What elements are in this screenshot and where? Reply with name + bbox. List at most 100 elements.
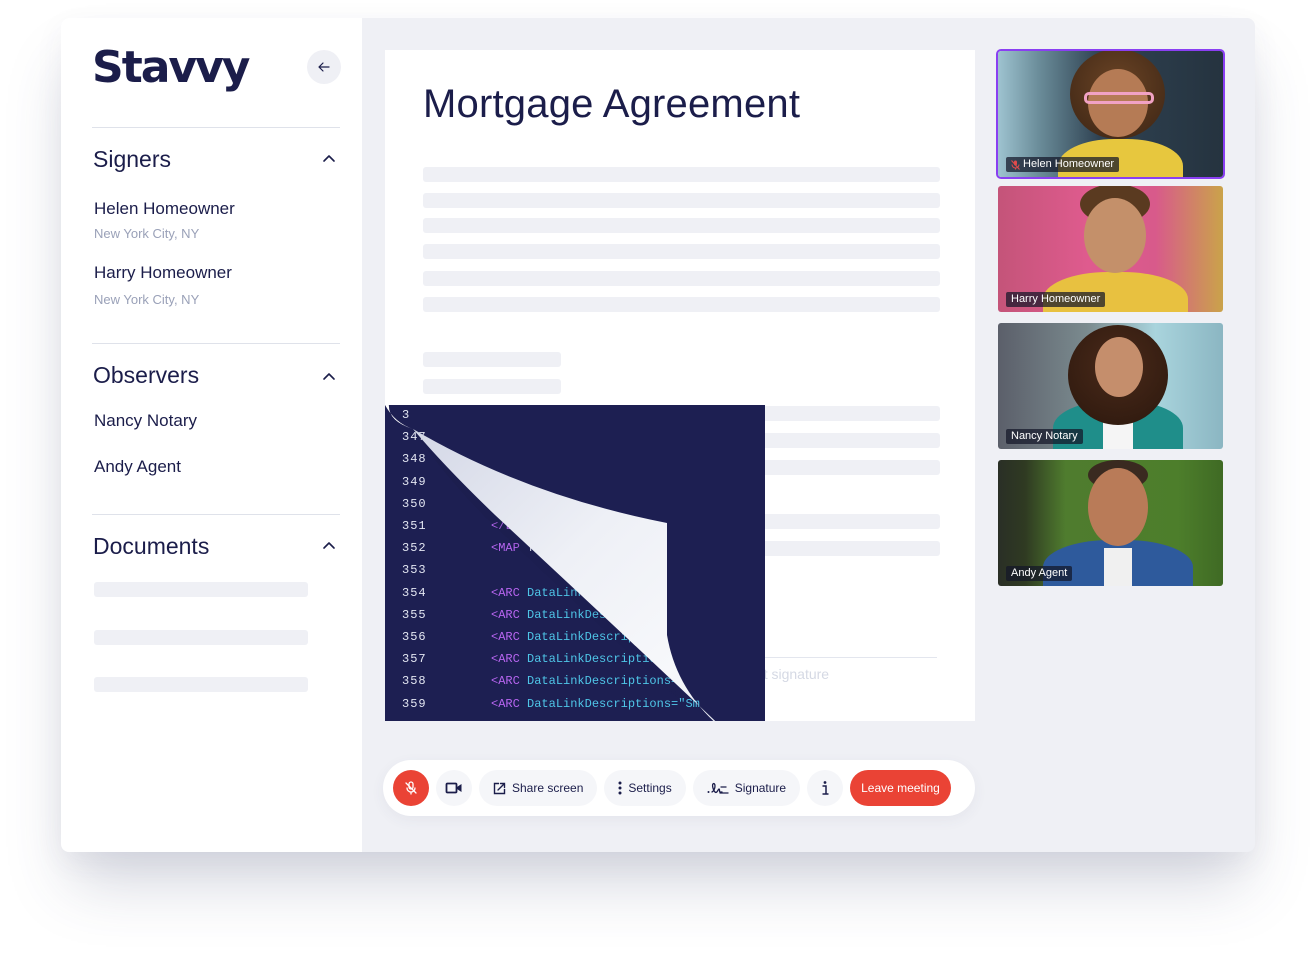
camera-toggle-button[interactable] [436,770,472,806]
document-placeholder[interactable] [94,677,308,692]
code-content: <ARC DataLinkDescriptions= [491,670,678,692]
code-line: 3 [385,404,765,426]
signer-name[interactable]: Helen Homeowner [94,200,235,217]
code-line: 357 <ARC DataLinkDescriptio [385,648,765,670]
code-content: </LOA [491,515,527,537]
code-attribute: DataLinkDescriptions="Sm [519,696,700,711]
line-number: 349 [402,474,427,489]
code-line: 347 [385,426,765,448]
text-line-placeholder [423,352,561,367]
code-tag: <ARC [491,696,520,711]
code-line: 358 <ARC DataLinkDescriptions= [385,670,765,692]
participant-video-tile[interactable]: Nancy Notary [998,323,1223,449]
line-number: 355 [402,607,427,622]
app-window: Stavvy Signers Helen Homeowner New York … [61,18,1255,852]
info-icon [822,781,829,795]
signature-icon [707,782,729,794]
line-number: 348 [402,452,427,467]
collapse-sidebar-button[interactable] [307,50,341,84]
code-attribute: DataLinkD [519,585,592,600]
code-tag: <ARC [491,652,520,667]
chevron-up-icon[interactable] [322,153,336,163]
code-content: <ARC DataLinkDesc [491,604,613,626]
signature-button[interactable]: Signature [692,770,801,806]
line-number: 359 [402,696,427,711]
code-attribute: DataLinkDescriptio [519,652,657,667]
signers-heading: Signers [93,146,171,172]
line-number: 350 [402,496,427,511]
text-line-placeholder [423,193,940,208]
code-line: 349 [385,471,765,493]
code-tag: </LOA [491,519,528,533]
code-line: 359 <ARC DataLinkDescriptions="Sm [385,693,765,715]
text-line-placeholder [423,244,940,259]
participant-video-tile[interactable]: Helen Homeowner [996,49,1225,179]
code-line: 354 <ARC DataLinkD [385,582,765,604]
code-content: <ARC DataLinkDescriptio [491,648,657,670]
participant-name-tag: Nancy Notary [1006,429,1083,444]
code-line: 356 <ARC DataLinkDescrip [385,626,765,648]
code-attribute: DataLinkDescriptions= [519,674,679,689]
code-tag: <ARC [491,674,520,689]
document-page: Mortgage Agreement Co-applicant signatur… [385,50,975,721]
settings-button[interactable]: Settings [604,770,686,806]
line-number: 356 [402,630,427,644]
code-line: 355 <ARC DataLinkDesc [385,604,765,626]
text-line-placeholder [423,297,940,312]
line-number: 347 [402,430,427,445]
video-feed-face [1084,198,1146,273]
observer-name[interactable]: Andy Agent [94,458,181,475]
share-screen-label: Share screen [512,781,584,795]
text-line-placeholder [423,379,561,394]
participant-video-tile[interactable]: Andy Agent [998,460,1223,586]
code-line: 353 [385,559,765,581]
text-line-placeholder [423,271,940,286]
code-content: <ARC DataLinkDescrip [491,626,635,648]
line-number: 354 [402,585,427,600]
signature-label: Signature [734,781,787,795]
mic-off-icon [405,781,417,795]
code-content: <ARC DataLinkD [491,582,592,604]
sidebar: Stavvy Signers Helen Homeowner New York … [61,18,362,852]
text-line-placeholder [423,218,940,233]
chevron-up-icon[interactable] [322,540,336,550]
info-button[interactable] [807,770,844,806]
meeting-toolbar: Share screen Settings Signature Leave me… [383,760,975,816]
line-number: 357 [402,652,427,667]
mute-toggle-button[interactable] [393,770,429,806]
code-line: 352 <MAP Tar [385,537,765,559]
line-number: 351 [402,519,427,533]
code-attribute: DataLinkDesc [519,607,614,622]
video-feed-face [1088,468,1148,546]
line-number: 352 [402,541,427,556]
observers-section: Observers Nancy Notary Andy Agent [92,343,340,513]
text-line-placeholder [423,167,940,182]
observers-heading: Observers [93,362,200,388]
documents-section: Documents [92,514,340,714]
observer-name[interactable]: Nancy Notary [94,412,197,429]
signer-location: New York City, NY [94,292,200,307]
document-placeholder[interactable] [94,582,308,597]
leave-meeting-button[interactable]: Leave meeting [850,770,951,806]
documents-heading: Documents [93,533,210,559]
participant-video-tile[interactable]: Harry Homeowner [998,186,1223,312]
video-feed-glasses [1084,92,1154,104]
video-feed-shirt [1104,548,1132,586]
external-share-icon [493,782,506,794]
more-vertical-icon [618,781,622,795]
stavvy-logo: Stavvy [92,42,250,93]
video-feed-face [1095,337,1143,397]
arrow-left-icon [318,62,330,72]
code-tag: <ARC [491,585,520,600]
share-screen-button[interactable]: Share screen [479,770,598,806]
code-line: 348 [385,448,765,470]
code-attribute: DataLinkDescrip [519,630,636,644]
code-tag: <ARC [491,607,520,622]
chevron-up-icon[interactable] [322,371,336,381]
signer-name[interactable]: Harry Homeowner [94,264,232,281]
code-view: 3 347 348 349 350 351 </LOA 352 <MAP Tar 353 354 <A… [385,405,765,721]
document-title: Mortgage Agreement [423,82,801,126]
participant-name-tag: Andy Agent [1006,566,1073,581]
document-placeholder[interactable] [94,630,308,645]
line-number: 358 [402,674,427,689]
